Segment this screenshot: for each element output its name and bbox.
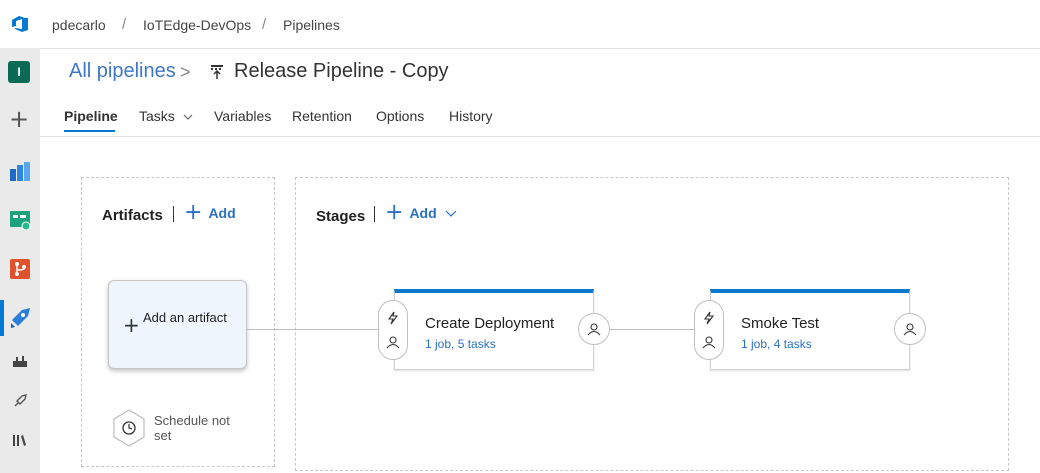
artifacts-heading: Artifacts	[102, 207, 163, 224]
tab-retention[interactable]: Retention	[292, 108, 352, 124]
add-artifact-label: Add	[208, 205, 236, 221]
project-avatar[interactable]: I	[8, 61, 30, 83]
add-stage-label: Add	[409, 205, 437, 221]
chevron-down-icon	[183, 114, 193, 121]
tabs-divider	[40, 136, 1040, 137]
azure-devops-logo-icon[interactable]	[0, 0, 40, 48]
left-navigation: I +	[0, 0, 40, 473]
post-deployment-conditions[interactable]	[578, 313, 610, 345]
stage-name: Smoke Test	[741, 315, 820, 332]
rocket-icon[interactable]	[8, 389, 32, 413]
stages-heading: Stages	[316, 208, 366, 225]
lightning-icon	[703, 311, 715, 325]
plus-icon: +	[184, 200, 203, 225]
person-icon	[903, 323, 917, 336]
artifact-to-stage-connector	[247, 329, 395, 330]
breadcrumb-org[interactable]: pdecarlo	[52, 17, 106, 33]
schedule-status: Schedule not set	[154, 413, 230, 443]
add-artifact-card[interactable]: + Add an artifact	[108, 280, 247, 369]
tab-history[interactable]: History	[449, 108, 493, 124]
breadcrumb-section[interactable]: Pipelines	[283, 17, 340, 33]
tab-tasks[interactable]: Tasks	[139, 108, 193, 124]
breadcrumb-separator: /	[122, 16, 127, 33]
active-nav-indicator	[0, 300, 4, 336]
breadcrumb-project[interactable]: IoTEdge-DevOps	[143, 17, 251, 33]
add-artifact-card-label: Add an artifact	[143, 310, 227, 325]
new-item-plus-icon[interactable]: +	[8, 107, 30, 131]
divider	[173, 206, 174, 222]
all-pipelines-link[interactable]: All pipelines	[69, 60, 176, 83]
chevron-down-icon	[445, 210, 457, 217]
add-artifact-link[interactable]: + Add	[184, 200, 236, 225]
repos-icon[interactable]	[8, 257, 32, 281]
page-title: Release Pipeline - Copy	[234, 60, 449, 82]
plus-icon: +	[123, 313, 140, 337]
pre-deployment-conditions[interactable]	[378, 300, 408, 360]
plus-icon: +	[385, 200, 404, 225]
stage-job-summary-link[interactable]: 1 job, 4 tasks	[741, 337, 812, 351]
test-plans-icon[interactable]	[8, 349, 32, 373]
active-tab-indicator	[64, 130, 115, 132]
breadcrumb-separator: /	[262, 16, 267, 33]
pipelines-icon[interactable]	[8, 306, 32, 330]
stage-job-summary-link[interactable]: 1 job, 5 tasks	[425, 337, 496, 351]
stage-to-stage-connector	[594, 329, 710, 330]
tab-tasks-label: Tasks	[139, 108, 175, 124]
artifacts-library-icon[interactable]	[8, 428, 32, 452]
boards-icon[interactable]	[8, 208, 32, 232]
stage-card-create-deployment[interactable]: Create Deployment 1 job, 5 tasks	[394, 289, 594, 370]
add-stage-link[interactable]: + Add	[385, 200, 457, 225]
overview-icon[interactable]	[8, 160, 32, 184]
chevron-right-icon: >	[180, 62, 191, 82]
top-bar: pdecarlo / IoTEdge-DevOps / Pipelines	[40, 0, 1040, 49]
release-pipeline-icon	[209, 63, 225, 84]
person-icon	[386, 336, 400, 349]
schedule-trigger-icon[interactable]	[110, 408, 148, 448]
person-icon	[702, 336, 716, 349]
person-icon	[587, 323, 601, 336]
tab-pipeline[interactable]: Pipeline	[64, 108, 118, 124]
stage-card-smoke-test[interactable]: Smoke Test 1 job, 4 tasks	[710, 289, 910, 370]
stage-name: Create Deployment	[425, 315, 555, 332]
pre-deployment-conditions[interactable]	[694, 300, 724, 360]
tab-options[interactable]: Options	[376, 108, 424, 124]
lightning-icon	[387, 311, 399, 325]
tab-variables[interactable]: Variables	[214, 108, 271, 124]
post-deployment-conditions[interactable]	[894, 313, 926, 345]
divider	[374, 206, 375, 222]
